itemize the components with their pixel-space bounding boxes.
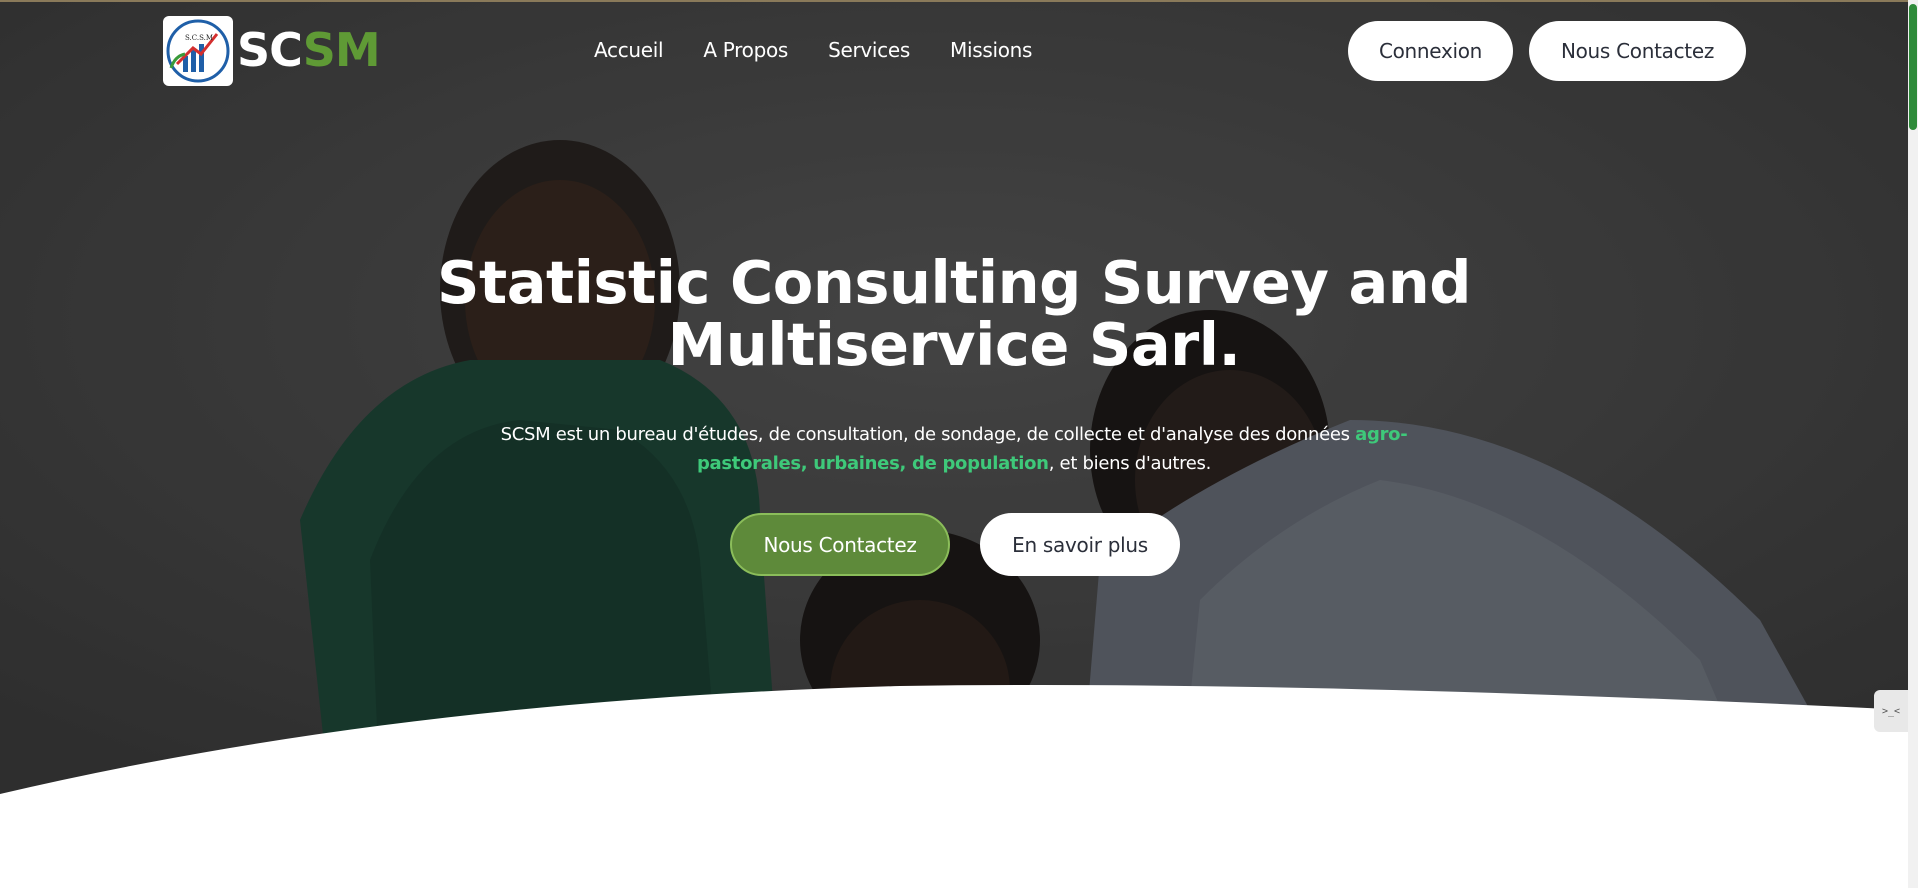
nav-item-accueil[interactable]: Accueil <box>594 38 664 62</box>
learn-more-button[interactable]: En savoir plus <box>980 513 1180 576</box>
brand-logo[interactable]: S.C.S.M <box>163 16 233 86</box>
scrollbar-thumb[interactable] <box>1909 4 1917 130</box>
logo-emblem-icon: S.C.S.M <box>166 19 230 83</box>
nav-item-a-propos[interactable]: A Propos <box>703 38 788 62</box>
brand-name-part2: SM <box>302 23 381 77</box>
hero-title-line2: Multiservice Sarl. <box>667 310 1241 379</box>
header-contact-button[interactable]: Nous Contactez <box>1529 21 1746 81</box>
hero-contact-button[interactable]: Nous Contactez <box>730 513 950 576</box>
hero-subtitle: SCSM est un bureau d'études, de consulta… <box>470 420 1438 478</box>
nav-item-services[interactable]: Services <box>828 38 910 62</box>
top-accent-line <box>0 0 1918 2</box>
side-widget-tab[interactable]: >_< <box>1874 690 1908 732</box>
hero-title: Statistic Consulting Survey and Multiser… <box>400 252 1508 376</box>
terminal-icon: >_< <box>1881 705 1901 717</box>
hero-subtitle-text-end: , et biens d'autres. <box>1048 453 1212 474</box>
hero-subtitle-text-start: SCSM est un bureau d'études, de consulta… <box>500 424 1356 445</box>
logo-lettering: S.C.S.M <box>185 34 213 42</box>
hero-title-line1: Statistic Consulting Survey and <box>437 248 1472 317</box>
page-scrollbar[interactable] <box>1908 0 1918 888</box>
brand-name-part1: SC <box>237 23 304 77</box>
login-button[interactable]: Connexion <box>1348 21 1513 81</box>
main-nav: Accueil A Propos Services Missions <box>594 38 1072 62</box>
nav-item-missions[interactable]: Missions <box>950 38 1032 62</box>
brand-name[interactable]: SCSM <box>237 20 381 80</box>
hero-bottom-wave <box>0 685 1908 888</box>
